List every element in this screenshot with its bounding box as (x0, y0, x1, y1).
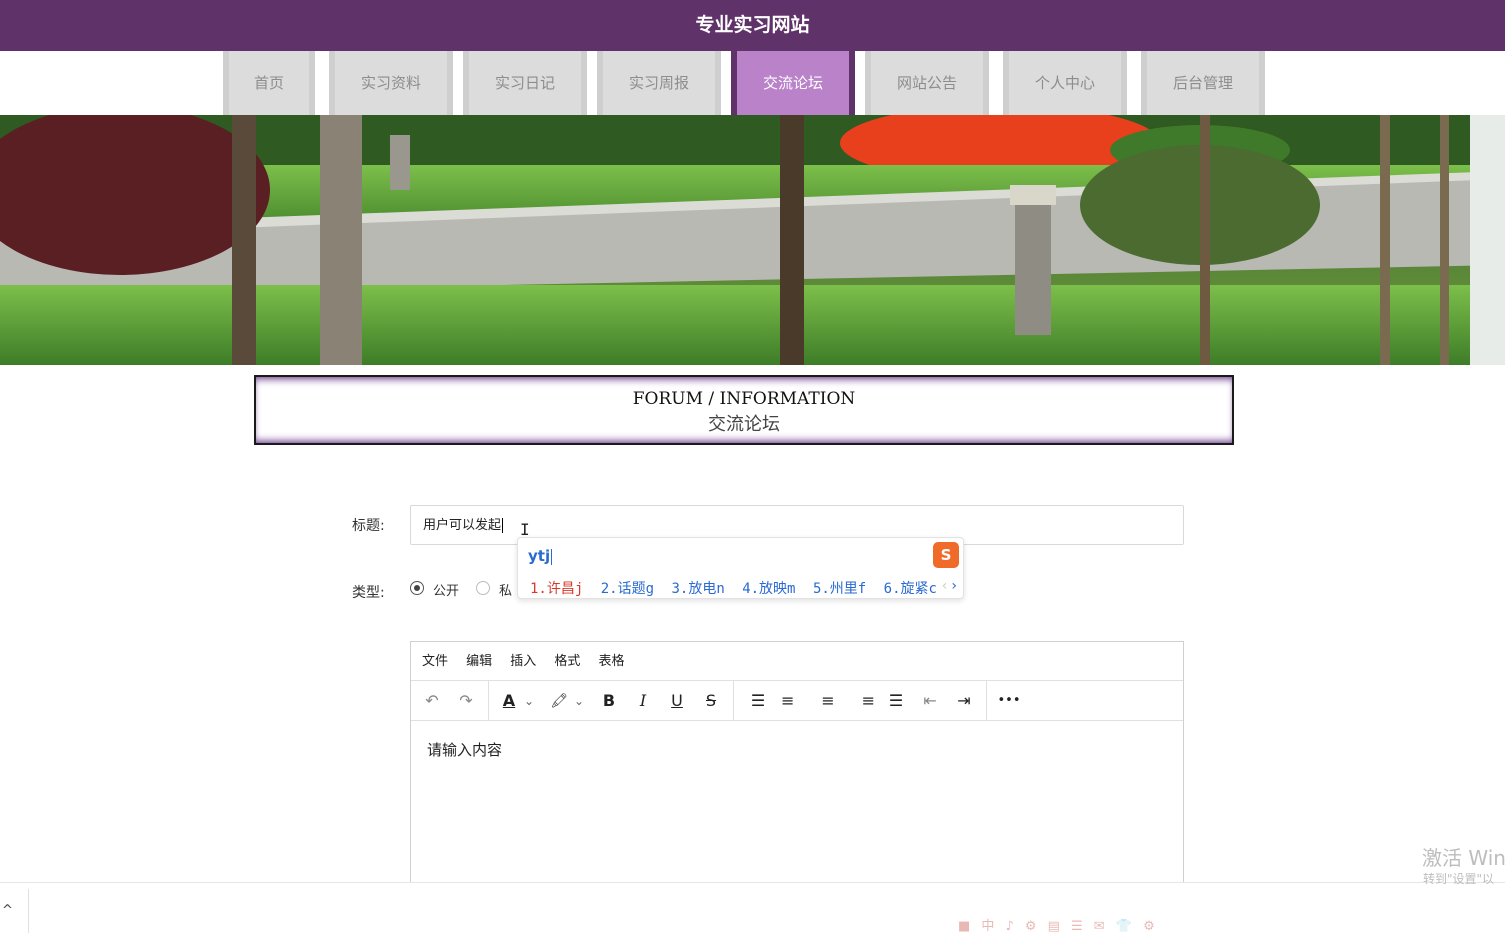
type-label: 类型: (352, 585, 385, 601)
type-public-radio[interactable] (410, 581, 424, 595)
moon-icon[interactable]: ♪ (1006, 919, 1014, 934)
settings-icon[interactable]: ⚙ (1025, 919, 1037, 934)
nav-item-materials[interactable]: 实习资料 (329, 51, 453, 115)
ime-candidates: 1.许昌j 2.话题g 3.放电n 4.放映m 5.州里f 6.旋紧c (530, 578, 946, 598)
section-title-en: FORUM / INFORMATION (632, 389, 856, 409)
gear-icon[interactable]: ⚙ (1143, 919, 1155, 934)
skin-icon[interactable]: 👕 (1116, 919, 1132, 934)
chevron-left-icon[interactable]: ‹ (942, 578, 948, 594)
ime-toolbar-tray: ■ 中 ♪ ⚙ ▤ ☰ ✉ 👕 ⚙ (958, 915, 1161, 935)
nav-item-home[interactable]: 首页 (223, 51, 315, 115)
outdent-icon[interactable]: ⇤ (917, 689, 943, 713)
ime-candidate[interactable]: 6.旋紧c (884, 581, 937, 597)
section-title-cn: 交流论坛 (708, 414, 780, 435)
chevron-down-icon[interactable]: ⌄ (572, 689, 586, 713)
menu-table[interactable]: 表格 (598, 642, 624, 681)
title-input-value: 用户可以发起 (423, 518, 502, 533)
nav-item-weekly[interactable]: 实习周报 (597, 51, 721, 115)
nav-item-diary[interactable]: 实习日记 (463, 51, 587, 115)
editor-placeholder: 请输入内容 (427, 741, 503, 759)
ime-candidate[interactable]: 3.放电n (671, 581, 724, 597)
sogou-logo-icon: S (933, 542, 959, 568)
menu-icon[interactable]: ☰ (1071, 919, 1083, 934)
mail-icon[interactable]: ✉ (1094, 919, 1105, 934)
banner-image (0, 115, 1505, 365)
underline-icon[interactable]: U (664, 689, 690, 713)
site-title: 专业实习网站 (695, 14, 810, 36)
font-color-icon[interactable]: A (496, 689, 522, 713)
ime-candidate[interactable]: 4.放映m (742, 581, 795, 597)
type-public-label[interactable]: 公开 (433, 580, 459, 599)
rich-text-editor: 文件 编辑 插入 格式 表格 ↶ ↷ A ⌄ 🖍 ⌄ B I U S ☰ ≡ ≡… (410, 641, 1184, 901)
chevron-right-icon[interactable]: › (951, 578, 957, 594)
main-nav: 首页 实习资料 实习日记 实习周报 交流论坛 网站公告 个人中心 后台管理 (0, 51, 1505, 115)
align-center-icon[interactable]: ≡ (815, 689, 841, 713)
nav-item-profile[interactable]: 个人中心 (1003, 51, 1127, 115)
strip-divider (28, 889, 29, 933)
section-heading: FORUM / INFORMATION 交流论坛 (254, 375, 1234, 445)
menu-format[interactable]: 格式 (554, 642, 580, 681)
menu-insert[interactable]: 插入 (510, 642, 536, 681)
ime-candidate[interactable]: 1.许昌j (530, 581, 583, 597)
ime-composition: ytj (528, 547, 553, 565)
toolbar-divider (986, 681, 987, 721)
text-cursor (502, 518, 504, 533)
ime-input-text: ytj (528, 547, 551, 565)
type-private-radio[interactable] (476, 581, 490, 595)
bold-icon[interactable]: B (596, 689, 622, 713)
more-icon[interactable]: ••• (994, 689, 1024, 713)
toolbar-divider (733, 681, 734, 721)
align-right-icon[interactable]: ≡ (849, 689, 875, 713)
ime-candidate-popup: ytj S 1.许昌j 2.话题g 3.放电n 4.放映m 5.州里f 6.旋紧… (517, 537, 964, 599)
editor-menubar: 文件 编辑 插入 格式 表格 (411, 642, 1183, 681)
nav-item-notice[interactable]: 网站公告 (865, 51, 989, 115)
activation-watermark-title: 激活 Win (1422, 846, 1505, 870)
site-title-bar: 专业实习网站 (0, 0, 1505, 51)
highlight-icon[interactable]: 🖍 (546, 689, 572, 713)
title-label: 标题: (352, 518, 385, 534)
strikethrough-icon[interactable]: S (698, 689, 724, 713)
line-height-icon[interactable]: ☰ (745, 689, 771, 713)
keyboard-icon[interactable]: ▤ (1048, 919, 1060, 934)
type-private-label[interactable]: 私 (499, 580, 512, 599)
italic-icon[interactable]: I (630, 689, 656, 713)
chevron-down-icon[interactable]: ⌄ (522, 689, 536, 713)
chevron-up-icon[interactable]: ^ (2, 903, 13, 918)
sogou-logo-icon[interactable]: ■ (958, 919, 970, 934)
editor-toolbar: ↶ ↷ A ⌄ 🖍 ⌄ B I U S ☰ ≡ ≡ ≡ ☰ ⇤ ⇥ ••• (411, 681, 1183, 721)
ime-mode-icon[interactable]: 中 (981, 915, 994, 934)
toolbar-divider (488, 681, 489, 721)
activation-watermark-subtitle: 转到"设置"以 (1423, 872, 1495, 886)
ime-candidate[interactable]: 5.州里f (813, 581, 866, 597)
redo-icon[interactable]: ↷ (453, 689, 479, 713)
bottom-strip: ^ (0, 882, 1505, 938)
justify-icon[interactable]: ☰ (883, 689, 909, 713)
ime-caret (551, 548, 553, 565)
editor-content[interactable]: 请输入内容 (411, 721, 1183, 778)
ime-candidate[interactable]: 2.话题g (601, 581, 654, 597)
nav-item-admin[interactable]: 后台管理 (1141, 51, 1265, 115)
nav-item-forum[interactable]: 交流论坛 (731, 51, 855, 115)
menu-edit[interactable]: 编辑 (466, 642, 492, 681)
indent-icon[interactable]: ⇥ (951, 689, 977, 713)
ime-pager: ‹ › (942, 578, 957, 594)
align-left-icon[interactable]: ≡ (781, 689, 807, 713)
menu-file[interactable]: 文件 (422, 642, 448, 681)
undo-icon[interactable]: ↶ (419, 689, 445, 713)
